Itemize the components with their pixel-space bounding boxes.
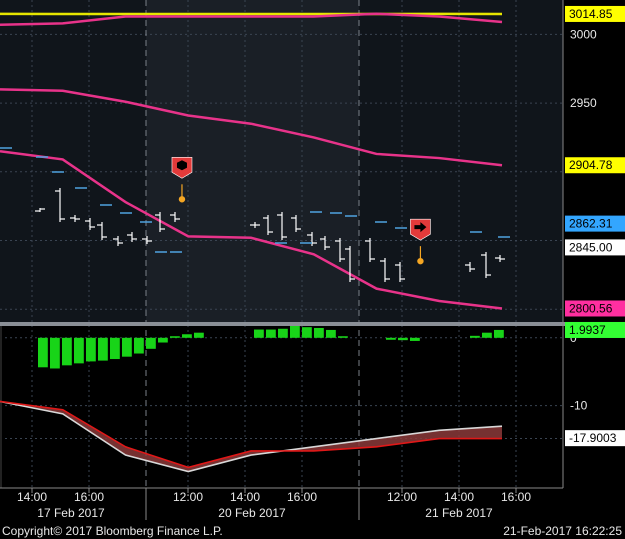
histogram-bar <box>470 335 480 338</box>
bloomberg-chart: 3000 2950 3014.85 2904.78 2862.31 2845.00 2800… <box>0 0 625 538</box>
x-tick-label: 14:00 <box>230 490 260 504</box>
histogram-bar <box>266 329 276 338</box>
histogram-bar <box>194 332 204 338</box>
timestamp-text: 21-Feb-2017 16:22:25 <box>503 524 622 538</box>
label-hist: 1.9937 <box>569 323 606 337</box>
histogram-bar <box>326 329 336 338</box>
histogram-bar <box>254 329 264 338</box>
histogram-bar <box>122 337 132 357</box>
x-tick-label: 12:00 <box>387 490 417 504</box>
histogram-bar <box>86 337 96 362</box>
histogram-bar <box>386 337 396 340</box>
x-tick-label: 16:00 <box>501 490 531 504</box>
label-3014-85: 3014.85 <box>569 7 613 21</box>
y-tick-2950: 2950 <box>570 96 597 110</box>
histogram-bar <box>338 336 348 338</box>
histogram-bar <box>182 334 192 338</box>
x-date-label: 20 Feb 2017 <box>218 506 286 520</box>
histogram-bar <box>98 337 108 361</box>
x-tick-label: 14:00 <box>17 490 47 504</box>
x-tick-label: 12:00 <box>173 490 203 504</box>
label-2904-78: 2904.78 <box>569 158 613 172</box>
signal-dot <box>178 196 186 203</box>
histogram-bar <box>158 337 168 343</box>
histogram-bar <box>278 328 288 338</box>
oscillator <box>0 400 503 473</box>
histogram-bar <box>290 326 300 338</box>
panel-divider-top <box>0 322 625 326</box>
x-tick-label: 16:00 <box>74 490 104 504</box>
x-date-label: 17 Feb 2017 <box>37 506 105 520</box>
x-axis: 14:00 16:00 12:00 14:00 16:00 12:00 14:00 16:00… <box>17 488 531 520</box>
signal-dot <box>417 257 424 265</box>
label-2800-56: 2800.56 <box>569 301 613 315</box>
histogram-bar <box>302 327 312 338</box>
histogram-bar <box>398 337 408 341</box>
copyright-text: Copyright© 2017 Bloomberg Finance L.P. <box>2 524 223 538</box>
x-date-label: 21 Feb 2017 <box>425 506 493 520</box>
x-tick-label: 16:00 <box>287 490 317 504</box>
panel-divider-left <box>0 326 2 488</box>
histogram-bar <box>170 336 180 338</box>
y-tick-3000: 3000 <box>570 27 597 41</box>
histogram-bar <box>110 337 120 360</box>
histogram-bar <box>314 327 324 338</box>
oscillator-fill <box>0 401 502 472</box>
histogram-bar <box>50 337 60 369</box>
histogram-bar <box>38 337 48 368</box>
histogram-bar <box>134 337 144 354</box>
histogram-bar <box>494 329 504 338</box>
histogram-bar <box>74 337 84 364</box>
histogram-bar <box>482 332 492 338</box>
x-tick-label: 14:00 <box>444 490 474 504</box>
label-osc-white: -17.9003 <box>569 431 617 445</box>
label-2862-31: 2862.31 <box>569 217 613 231</box>
label-2845-00: 2845.00 <box>569 240 613 254</box>
histogram <box>38 326 504 369</box>
histogram-bar <box>146 337 156 349</box>
osc-tick-10: -10 <box>570 399 588 413</box>
histogram-bar <box>410 337 420 341</box>
histogram-bar <box>62 337 72 366</box>
day-shade-left <box>0 0 146 323</box>
axis-labels: 3000 2950 3014.85 2904.78 2862.31 2845.00 2800… <box>565 5 625 447</box>
